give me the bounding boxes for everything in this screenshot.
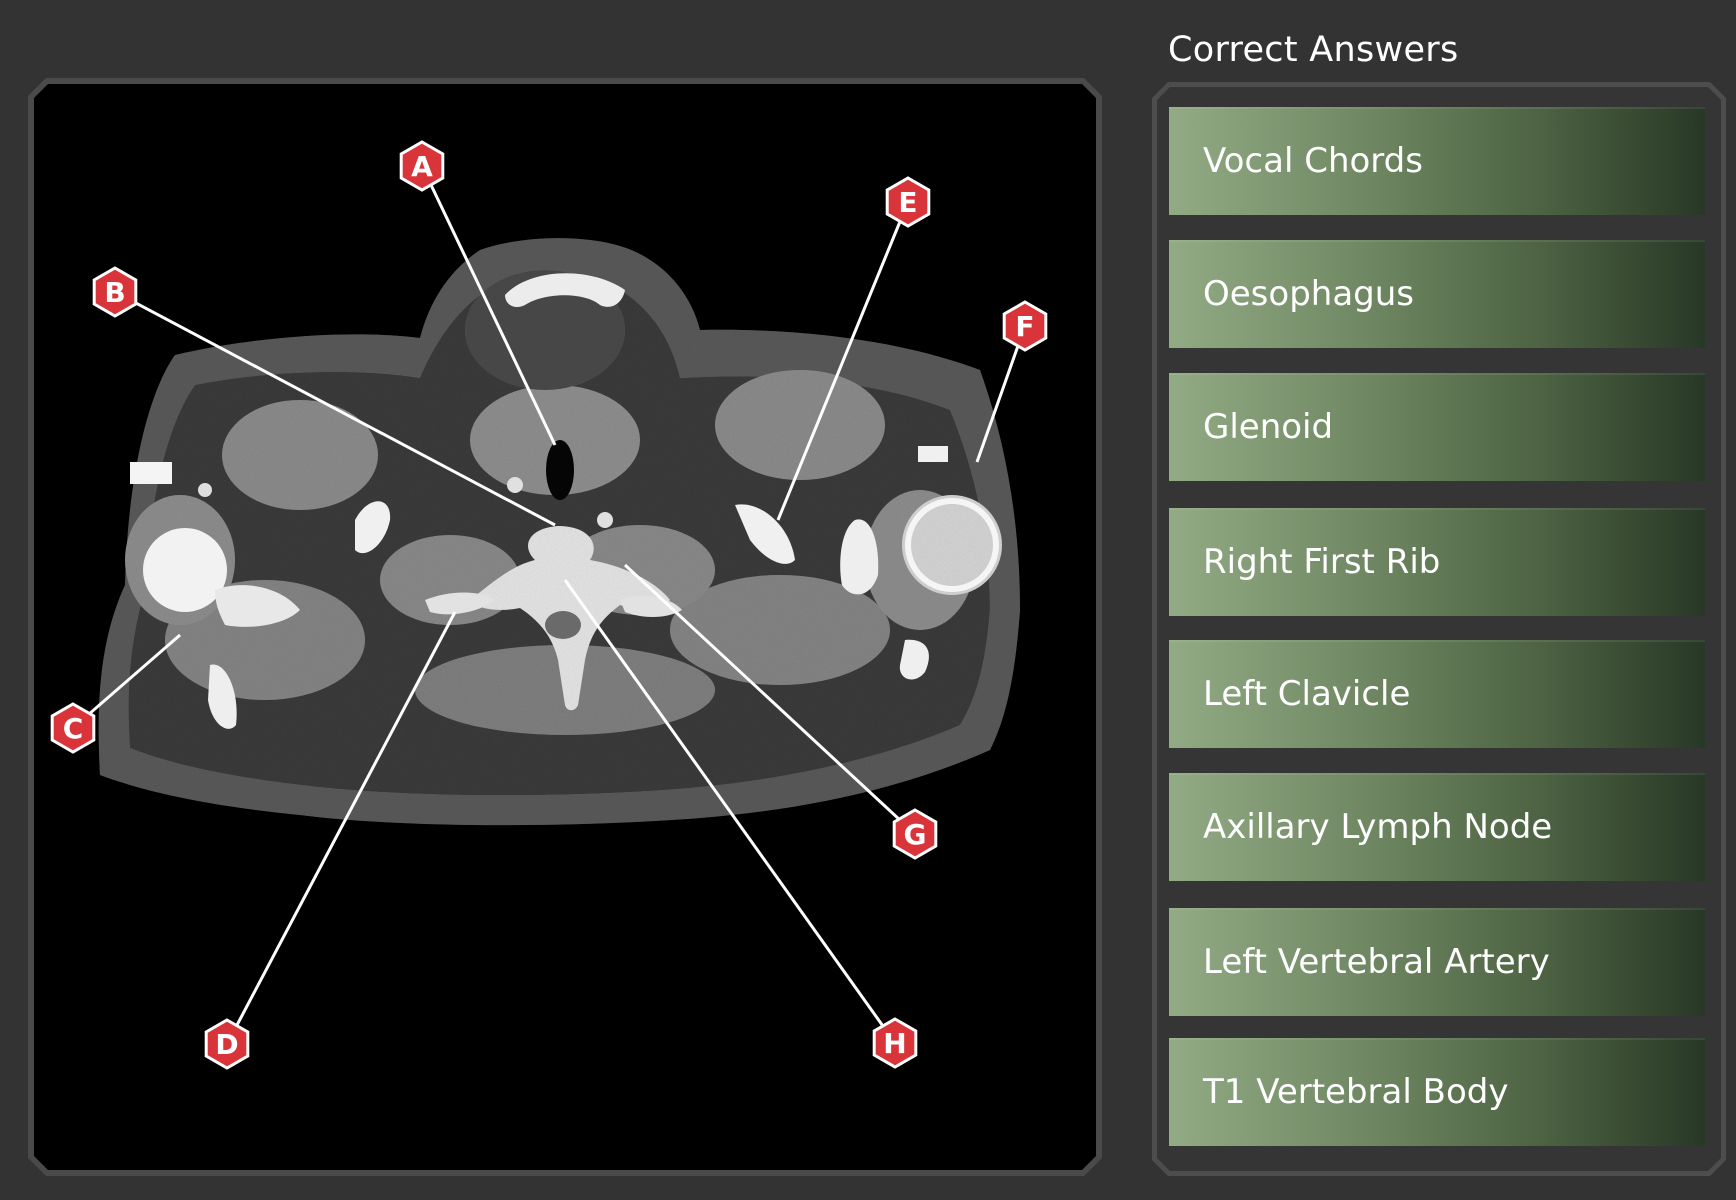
marker-letter: A bbox=[411, 150, 433, 183]
answer-label: Left Clavicle bbox=[1203, 674, 1411, 714]
marker-letter: H bbox=[883, 1027, 906, 1060]
answer-label: Vocal Chords bbox=[1203, 141, 1423, 181]
answer-label: Oesophagus bbox=[1203, 274, 1415, 314]
answer-item-left-clavicle[interactable]: Left Clavicle bbox=[1169, 640, 1705, 748]
answers-title: Correct Answers bbox=[1168, 30, 1459, 70]
answer-label: Axillary Lymph Node bbox=[1203, 807, 1553, 847]
marker-letter: B bbox=[104, 276, 125, 309]
marker-c[interactable]: C bbox=[50, 702, 96, 754]
answer-item-left-vertebral-artery[interactable]: Left Vertebral Artery bbox=[1169, 908, 1705, 1016]
answer-item-t1-vertebral-body[interactable]: T1 Vertebral Body bbox=[1169, 1038, 1705, 1146]
answer-item-glenoid[interactable]: Glenoid bbox=[1169, 373, 1705, 481]
marker-a[interactable]: A bbox=[399, 140, 445, 192]
marker-letter: G bbox=[904, 818, 927, 851]
answer-item-vocal-chords[interactable]: Vocal Chords bbox=[1169, 107, 1705, 215]
marker-letter: D bbox=[215, 1028, 238, 1061]
ct-scan-image bbox=[98, 238, 1020, 826]
marker-letter: E bbox=[898, 186, 917, 219]
answer-item-axillary-lymph-node[interactable]: Axillary Lymph Node bbox=[1169, 773, 1705, 881]
marker-h[interactable]: H bbox=[872, 1017, 918, 1069]
marker-letter: C bbox=[63, 712, 84, 745]
answer-item-right-first-rib[interactable]: Right First Rib bbox=[1169, 508, 1705, 616]
answer-label: Glenoid bbox=[1203, 407, 1334, 447]
answer-label: Right First Rib bbox=[1203, 542, 1441, 582]
app-root: A B C D E F G H Correct Answers Vocal Chords Oe… bbox=[0, 0, 1736, 1200]
marker-letter: F bbox=[1015, 310, 1034, 343]
marker-e[interactable]: E bbox=[885, 176, 931, 228]
marker-g[interactable]: G bbox=[892, 808, 938, 860]
marker-d[interactable]: D bbox=[204, 1018, 250, 1070]
answer-label: Left Vertebral Artery bbox=[1203, 942, 1550, 982]
marker-f[interactable]: F bbox=[1002, 300, 1048, 352]
answer-item-oesophagus[interactable]: Oesophagus bbox=[1169, 240, 1705, 348]
marker-b[interactable]: B bbox=[92, 266, 138, 318]
answer-label: T1 Vertebral Body bbox=[1203, 1072, 1509, 1112]
